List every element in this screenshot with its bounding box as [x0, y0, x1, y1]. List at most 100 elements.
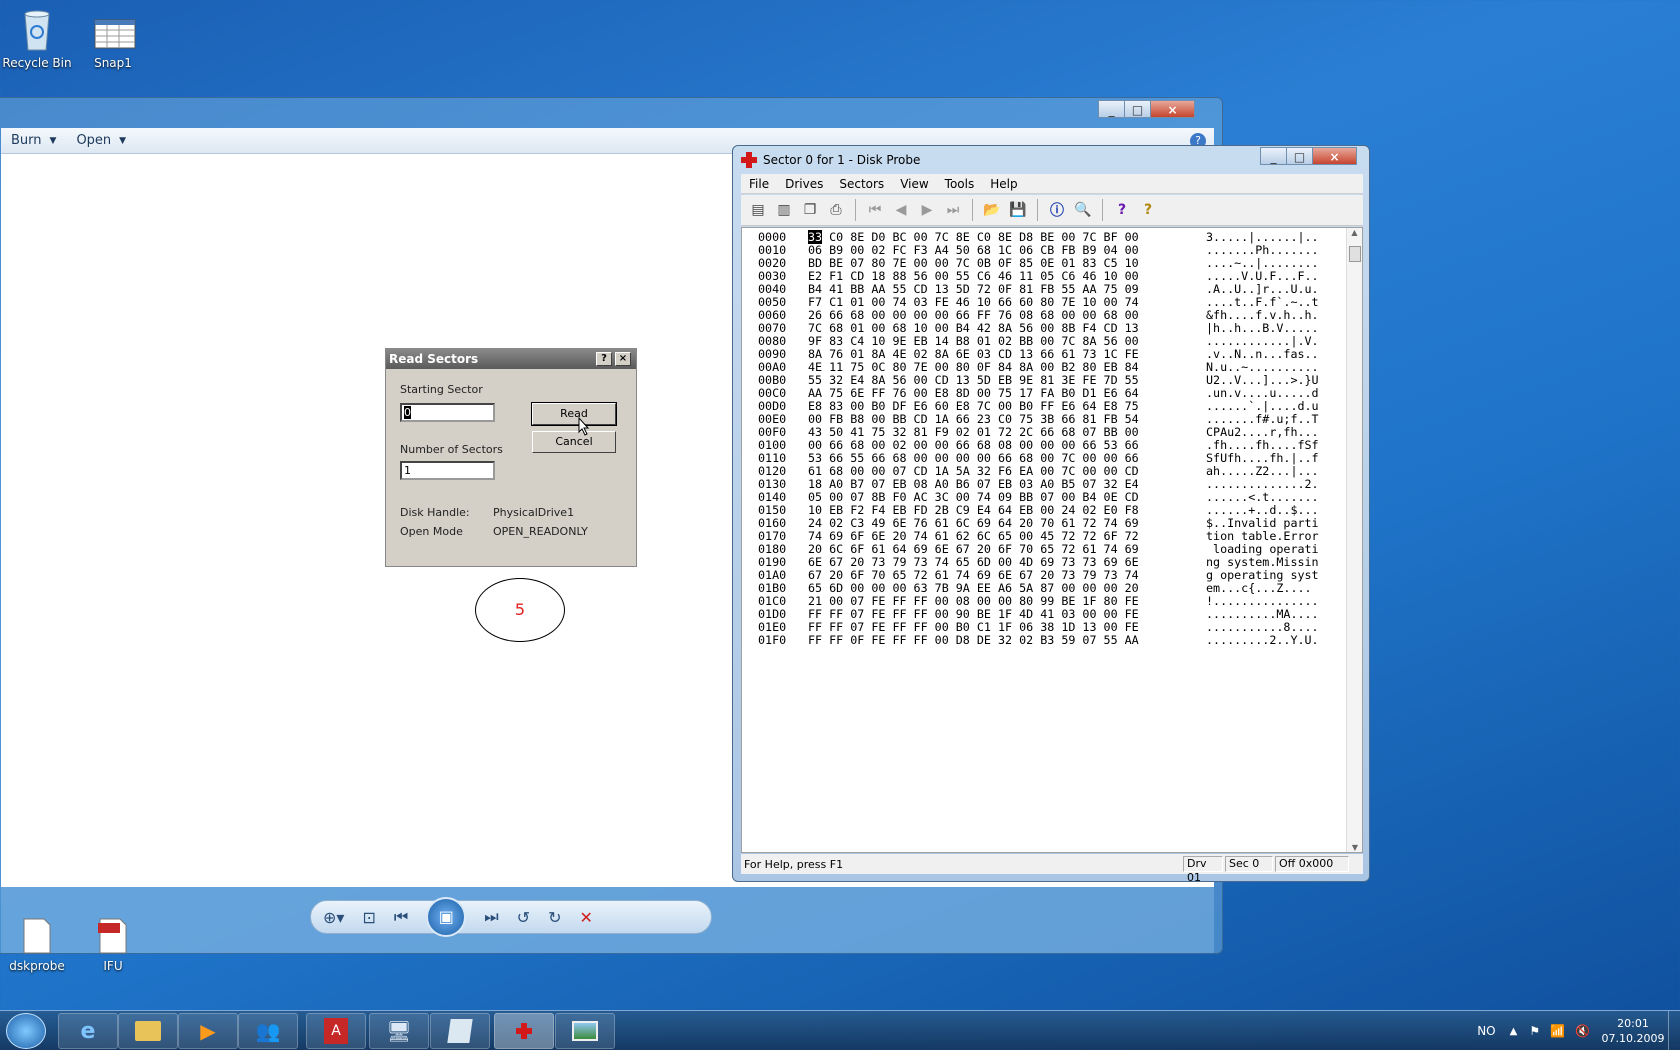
last-sector-icon[interactable]: ⏭	[942, 199, 964, 221]
pdf-icon: A	[324, 1018, 348, 1044]
minimize-button[interactable]: _	[1098, 100, 1125, 118]
rotate-left-icon[interactable]: ↺	[517, 908, 530, 927]
show-hidden-icons-icon[interactable]: ▲	[1510, 1026, 1518, 1037]
help-icon[interactable]: ?	[1111, 199, 1133, 221]
drawing-canvas: 5	[383, 569, 637, 701]
volume-icon[interactable]: 🔇	[1575, 1024, 1590, 1038]
folder-icon	[135, 1021, 161, 1041]
copy-icon[interactable]: ❐	[799, 199, 821, 221]
info-icon[interactable]: ⓘ	[1046, 199, 1068, 221]
actual-size-icon[interactable]: ⊡	[362, 908, 375, 927]
selected-byte: 33	[808, 230, 823, 244]
maximize-button[interactable]: □	[1124, 100, 1151, 118]
mouse-cursor-icon	[578, 417, 590, 436]
desktop-icon-dskprobe[interactable]: dskprobe	[0, 917, 77, 973]
taskbar-remote-desktop[interactable]: 🖥	[369, 1013, 429, 1049]
desktop-icon-recycle-bin[interactable]: Recycle Bin	[0, 8, 77, 70]
menu-file[interactable]: File	[741, 177, 777, 191]
zoom-icon[interactable]: ⊕▾	[323, 908, 344, 927]
rotate-right-icon[interactable]: ↻	[548, 908, 561, 927]
language-indicator[interactable]: NO	[1477, 1024, 1495, 1038]
delete-icon[interactable]: ✕	[579, 908, 592, 927]
recycle-bin-icon	[17, 8, 57, 52]
taskbar-internet-explorer[interactable]: e	[58, 1013, 118, 1049]
hex-lines: 0000 33 C0 8E D0 BC 00 7C 8E C0 8E D8 BE …	[758, 230, 1319, 647]
toolbar-separator	[972, 199, 973, 221]
internet-explorer-icon: e	[80, 1018, 96, 1044]
open-mode-label: Open Mode	[400, 525, 463, 538]
disk-probe-app-icon	[516, 1023, 532, 1039]
system-tray: NO ▲ ⚑ 📶 🔇 20:01 07.10.2009	[1477, 1011, 1680, 1050]
desktop-icon-ifu[interactable]: IFU	[73, 917, 153, 973]
taskbar-notepad[interactable]	[430, 1013, 490, 1049]
taskbar-acrobat[interactable]: A	[306, 1013, 366, 1049]
viewer-bottom-bar: ⊕▾ ⊡ ⏮ ▣ ⏭ ↺ ↻ ✕	[1, 887, 1214, 953]
probe-title: Sector 0 for 1 - Disk Probe	[763, 153, 921, 167]
hex-view[interactable]: 0000 33 C0 8E D0 BC 00 7C 8E C0 8E D8 BE …	[741, 227, 1363, 853]
burn-menu[interactable]: Burn ▼	[1, 133, 66, 148]
menu-view[interactable]: View	[892, 177, 936, 191]
starting-sector-input[interactable]: 0	[400, 403, 495, 422]
hex-offset: 01F0	[758, 633, 787, 647]
scroll-down-icon[interactable]: ▼	[1347, 843, 1363, 852]
vertical-scrollbar[interactable]: ▲ ▼	[1346, 228, 1362, 852]
cancel-button[interactable]: Cancel	[532, 431, 616, 453]
close-button[interactable]: ×	[1312, 147, 1357, 165]
action-center-icon[interactable]: ⚑	[1529, 1024, 1540, 1038]
menu-sectors[interactable]: Sectors	[831, 177, 892, 191]
status-help-text: For Help, press F1	[744, 857, 844, 871]
chevron-down-icon: ▼	[49, 135, 57, 146]
start-button[interactable]	[6, 1013, 46, 1049]
media-player-icon: ▶	[200, 1019, 216, 1043]
print-icon[interactable]: ⎙	[825, 199, 847, 221]
taskbar-media-player[interactable]: ▶	[178, 1013, 238, 1049]
next-icon[interactable]: ⏭	[484, 907, 498, 927]
number-of-sectors-input[interactable]: 1	[400, 461, 495, 480]
search-icon[interactable]: 🔍	[1072, 199, 1094, 221]
save-icon[interactable]: 💾	[1007, 199, 1029, 221]
menu-help[interactable]: Help	[982, 177, 1025, 191]
hex-row[interactable]: 01F0 FF FF 0F FE FF FF 00 D8 DE 32 02 B3 …	[758, 634, 1319, 647]
read-button[interactable]: Read	[531, 402, 617, 426]
context-help-icon[interactable]: ?	[1137, 199, 1159, 221]
file-icon	[17, 917, 57, 955]
dialog-close-button[interactable]: ×	[615, 352, 631, 366]
document-icon	[447, 1019, 473, 1043]
show-desktop-button[interactable]	[1668, 1011, 1680, 1050]
view-words-icon[interactable]: ▥	[773, 199, 795, 221]
slideshow-button[interactable]: ▣	[426, 897, 467, 937]
maximize-button[interactable]: □	[1286, 147, 1313, 165]
taskbar: e ▶ 👥 A 🖥 NO ▲ ⚑ 📶 🔇 20:01 07.10.2009	[0, 1010, 1680, 1050]
next-sector-icon[interactable]: ▶	[916, 199, 938, 221]
probe-title-bar: Sector 0 for 1 - Disk Probe	[741, 152, 920, 168]
dialog-help-button[interactable]: ?	[596, 352, 612, 366]
disk-handle-label: Disk Handle:	[400, 506, 470, 519]
close-button[interactable]: ×	[1150, 100, 1195, 118]
first-sector-icon[interactable]: ⏮	[864, 199, 886, 221]
disk-probe-window: Sector 0 for 1 - Disk Probe _ □ × File D…	[732, 145, 1370, 884]
open-folder-icon[interactable]: 📂	[981, 199, 1003, 221]
starting-sector-value: 0	[404, 406, 411, 419]
minimize-button[interactable]: _	[1260, 147, 1287, 165]
desktop-icon-label: Recycle Bin	[2, 56, 72, 70]
open-menu[interactable]: Open ▼	[66, 133, 136, 148]
scroll-thumb[interactable]	[1349, 246, 1361, 262]
taskbar-people[interactable]: 👥	[238, 1013, 298, 1049]
clock-time: 20:01	[1617, 1017, 1649, 1030]
desktop-icon-label: dskprobe	[9, 959, 65, 973]
menu-tools[interactable]: Tools	[937, 177, 983, 191]
previous-icon[interactable]: ⏮	[394, 907, 408, 927]
network-icon[interactable]: 📶	[1550, 1024, 1565, 1038]
viewer-title-bar: _ □ ×	[0, 98, 1222, 128]
menu-drives[interactable]: Drives	[777, 177, 831, 191]
view-bytes-icon[interactable]: ▤	[747, 199, 769, 221]
clock-date: 07.10.2009	[1601, 1032, 1665, 1045]
viewer-toolbar: ⊕▾ ⊡ ⏮ ▣ ⏭ ↺ ↻ ✕	[310, 897, 712, 937]
taskbar-photo-viewer[interactable]	[555, 1013, 615, 1049]
desktop-icon-snap1[interactable]: Snap1	[73, 8, 153, 70]
taskbar-disk-probe[interactable]	[494, 1013, 554, 1049]
previous-sector-icon[interactable]: ◀	[890, 199, 912, 221]
taskbar-explorer[interactable]	[118, 1013, 178, 1049]
clock[interactable]: 20:01 07.10.2009	[1598, 1016, 1668, 1046]
scroll-up-icon[interactable]: ▲	[1347, 228, 1362, 237]
